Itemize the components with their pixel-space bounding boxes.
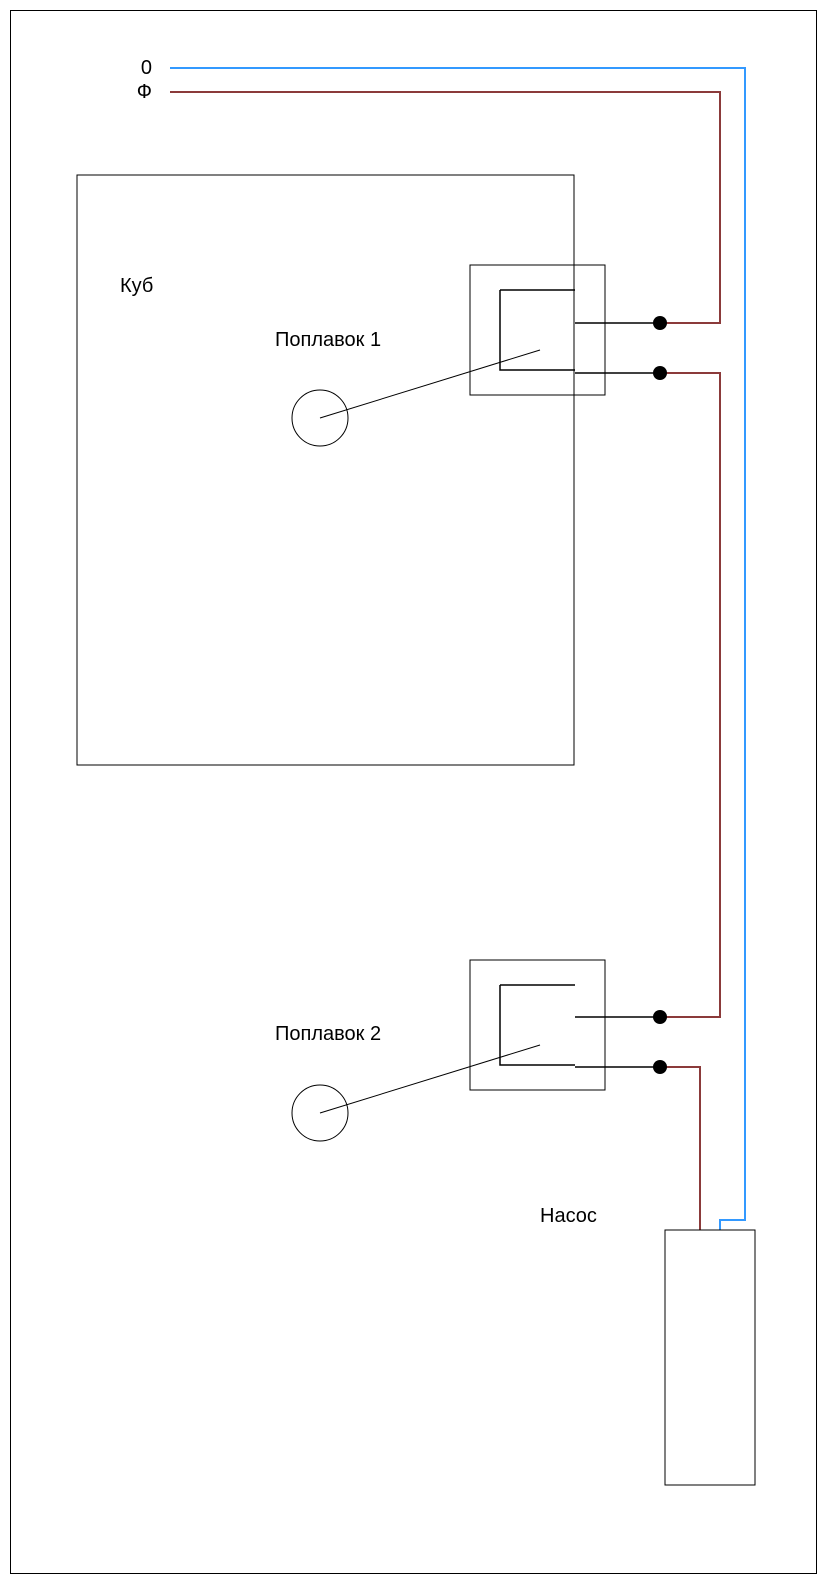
tank-label: Куб [120,275,153,297]
phase-wire-mid [660,373,720,1017]
phase-label: Ф [137,81,152,103]
float1-terminal-top [653,316,667,330]
float2-label: Поплавок 2 [275,1023,381,1045]
tank-box [77,175,574,765]
wiring-diagram: 0 Ф Куб Поплавок 1 Поплавок 2 Насос [0,0,827,1584]
float1-lever [320,350,540,418]
neutral-label: 0 [141,57,152,79]
pump-box [665,1230,755,1485]
phase-wire-in [170,92,720,323]
float2-terminal-top [653,1010,667,1024]
float2-switch-box [470,960,605,1090]
float2-terminal-bottom [653,1060,667,1074]
phase-wire-out [660,1067,700,1230]
float2-contact-lower [500,985,575,1065]
float1-switch-box [470,265,605,395]
float1-label: Поплавок 1 [275,329,381,351]
float1-contact-lower [500,290,575,370]
float1-terminal-bottom [653,366,667,380]
pump-label: Насос [540,1205,597,1227]
float2-lever [320,1045,540,1113]
neutral-wire [170,68,745,1230]
